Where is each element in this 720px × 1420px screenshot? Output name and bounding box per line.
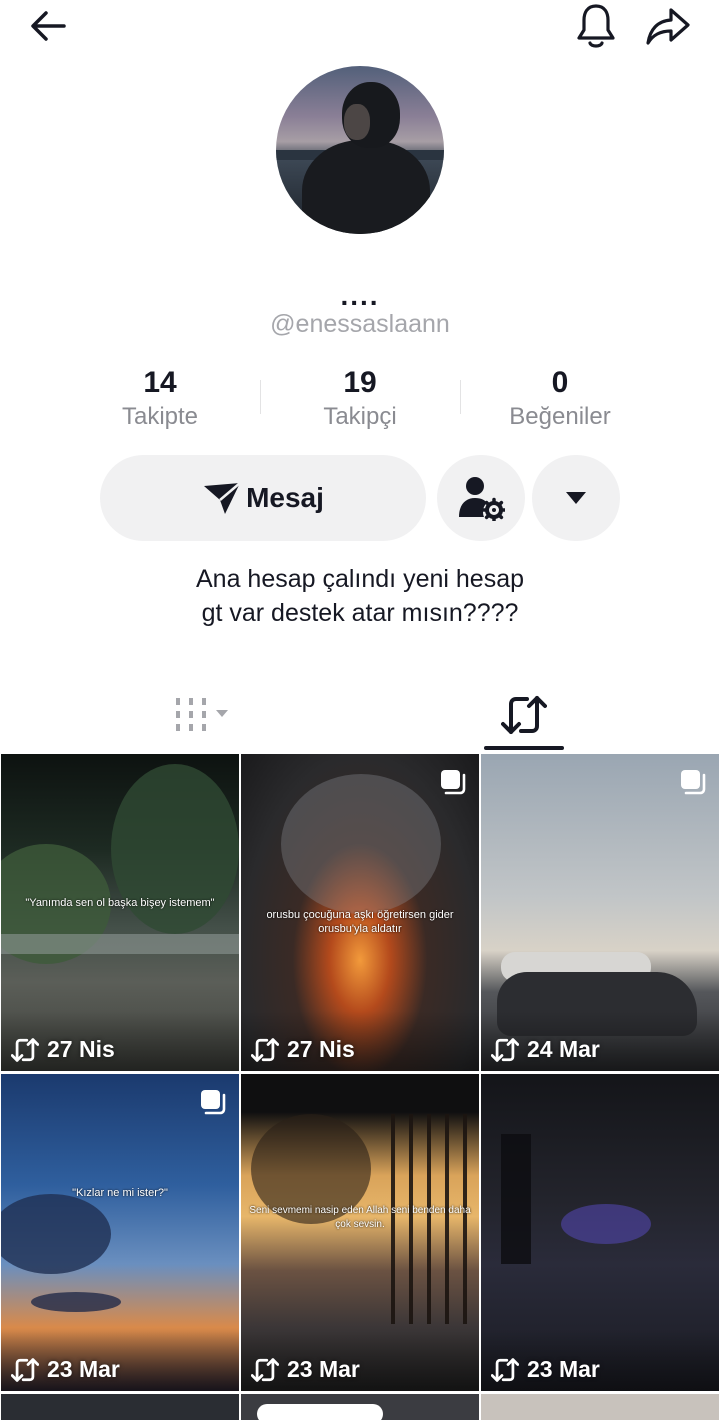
bell-icon [577,4,615,48]
stat-following[interactable]: 14 Takipte [60,364,260,432]
stat-likes[interactable]: 0 Beğeniler [460,364,660,432]
post-overlay-shape [257,1404,383,1420]
multi-image-icon [681,770,706,795]
post-thumbnail[interactable]: orusbu çocuğuna aşkı öğretirsen gider or… [241,754,479,1071]
profile-stats: 14 Takipte 19 Takipçi 0 Beğeniler [60,364,660,444]
username[interactable]: @enessaslaann [0,310,720,339]
display-name: .... [340,280,380,311]
post-caption: "Kızlar ne mi ister?" [72,1187,168,1199]
post-thumbnail[interactable] [1,1394,239,1420]
stat-following-value: 14 [143,366,177,399]
post-caption: Seni sevmemi nasip eden Allah seni bende… [249,1205,471,1230]
post-caption: "Yanımda sen ol başka bişey istemem" [25,897,215,909]
post-caption: orusbu çocuğuna aşkı öğretirsen gider or… [266,909,454,935]
profile-bio: Ana hesap çalındı yeni hesap gt var dest… [0,562,720,630]
post-date: 23 Mar [11,1356,120,1383]
multi-image-icon [201,1090,226,1115]
post-date-label: 27 Nis [287,1036,355,1062]
share-button[interactable] [642,0,694,52]
profile-avatar[interactable] [276,66,444,234]
post-thumbnail[interactable]: 24 Mar [481,754,719,1071]
post-thumbnail[interactable] [241,1394,479,1420]
caret-down-icon [566,492,586,504]
repost-icon [501,696,547,734]
message-button-label: Mesaj [246,482,324,513]
post-date-label: 23 Mar [527,1356,600,1382]
stat-following-label: Takipte [121,403,199,430]
cloud-shape [31,1292,121,1312]
post-thumbnail[interactable]: Seni sevmemi nasip eden Allah seni bende… [241,1074,479,1391]
post-thumbnail[interactable] [481,1394,719,1420]
building-shape [1,934,239,954]
stat-followers-value: 19 [343,366,377,399]
active-tab-indicator [484,746,564,750]
post-date: 24 Mar [491,1036,600,1063]
repost-grid: "Yanımda sen ol başka bişey istemem" 27 … [0,754,720,1420]
tab-reposts[interactable] [444,680,604,750]
content-tabs [0,680,720,754]
pole-shape [501,1134,531,1264]
avatar-face [344,104,370,140]
message-button[interactable]: Mesaj [100,455,426,541]
friends-settings-button[interactable] [437,455,525,541]
tab-videos[interactable] [124,680,284,750]
bio-line: gt var destek atar mısın???? [201,599,519,627]
repost-icon [251,1357,279,1382]
top-bar [0,0,720,60]
post-thumbnail[interactable]: 23 Mar [481,1074,719,1391]
repost-icon [251,1037,279,1062]
grid-columns-icon [176,698,228,731]
light-glow-shape [561,1204,651,1244]
post-date: 27 Nis [251,1036,355,1063]
user-settings-icon [459,477,505,521]
post-date-label: 27 Nis [47,1036,115,1062]
send-icon [204,482,241,514]
post-date-label: 23 Mar [287,1356,360,1382]
avatar-figure [302,140,430,234]
more-options-button[interactable] [532,455,620,541]
post-date: 23 Mar [251,1356,360,1383]
arrow-left-icon [31,11,66,41]
post-date-label: 23 Mar [47,1356,120,1382]
back-button[interactable] [22,0,74,52]
post-thumbnail[interactable]: "Kızlar ne mi ister?" 23 Mar [1,1074,239,1391]
stat-followers-label: Takipçi [323,403,397,430]
bio-line: Ana hesap çalındı yeni hesap [195,565,524,593]
repost-icon [491,1037,519,1062]
post-date: 27 Nis [11,1036,115,1063]
multi-image-icon [441,770,466,795]
stat-followers[interactable]: 19 Takipçi [260,364,460,432]
notifications-button[interactable] [570,0,622,52]
share-arrow-icon [646,8,690,45]
post-date-label: 24 Mar [527,1036,600,1062]
post-thumbnail[interactable]: "Yanımda sen ol başka bişey istemem" 27 … [1,754,239,1071]
smoke-shape [281,774,441,914]
cloud-shape [1,1194,111,1274]
repost-icon [11,1037,39,1062]
repost-icon [11,1357,39,1382]
stat-likes-value: 0 [551,366,569,399]
stat-likes-label: Beğeniler [509,403,611,430]
post-date: 23 Mar [491,1356,600,1383]
repost-icon [491,1357,519,1382]
